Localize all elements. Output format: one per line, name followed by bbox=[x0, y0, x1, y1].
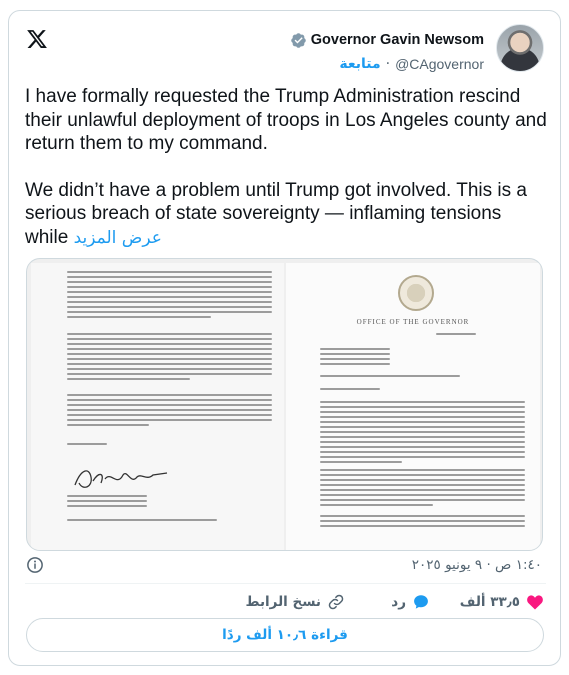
handle-row: متابعة · @CAgovernor bbox=[339, 55, 484, 73]
heart-icon bbox=[526, 593, 544, 611]
letter-closing bbox=[67, 443, 107, 448]
link-icon bbox=[327, 593, 345, 611]
show-more-link[interactable]: عرض المزيد bbox=[74, 228, 162, 248]
tweet-card: Governor Gavin Newsom متابعة · @CAgovern… bbox=[8, 10, 561, 666]
author-handle[interactable]: @CAgovernor bbox=[395, 56, 484, 72]
reply-button[interactable]: رد bbox=[391, 589, 430, 615]
read-replies-button[interactable]: قراءة ١٠٫٦ ألف ردًا bbox=[26, 618, 544, 652]
letter-signer-block bbox=[67, 495, 147, 510]
x-logo-icon[interactable] bbox=[26, 28, 48, 50]
separator-dot: · bbox=[385, 56, 391, 72]
reply-bubble-icon bbox=[412, 593, 430, 611]
tweet-text: I have formally requested the Trump Admi… bbox=[25, 85, 549, 250]
letter-paragraph bbox=[320, 469, 525, 509]
info-icon[interactable] bbox=[26, 556, 44, 574]
letter-page-right: OFFICE OF THE GOVERNOR bbox=[286, 263, 540, 550]
like-count: ٣٣٫٥ ألف bbox=[459, 594, 520, 610]
tweet-timestamp[interactable]: ١:٤٠ ص · ٩ يونيو ٢٠٢٥ bbox=[412, 557, 542, 575]
divider bbox=[25, 583, 546, 584]
action-bar: ٣٣٫٥ ألف رد نسخ الرابط bbox=[9, 589, 562, 615]
letterhead-title: OFFICE OF THE GOVERNOR bbox=[356, 318, 470, 326]
letter-date bbox=[436, 333, 476, 338]
letter-paragraph bbox=[320, 401, 525, 466]
copy-link-label: نسخ الرابط bbox=[245, 594, 321, 610]
like-button[interactable]: ٣٣٫٥ ألف bbox=[460, 589, 544, 615]
author-name-row[interactable]: Governor Gavin Newsom bbox=[290, 30, 484, 50]
letter-paragraph bbox=[67, 333, 272, 383]
letter-cc bbox=[67, 519, 217, 524]
letter-recipient bbox=[320, 348, 390, 368]
state-seal-image bbox=[398, 275, 434, 311]
author-name[interactable]: Governor Gavin Newsom bbox=[311, 32, 484, 48]
signature-image bbox=[71, 463, 181, 493]
letter-paragraph bbox=[67, 394, 272, 429]
reply-label: رد bbox=[391, 594, 406, 610]
tweet-paragraph-1: I have formally requested the Trump Admi… bbox=[25, 86, 547, 154]
tweet-media-image[interactable]: OFFICE OF THE GOVERNOR bbox=[26, 258, 543, 551]
follow-button[interactable]: متابعة bbox=[339, 56, 380, 72]
tweet-header: Governor Gavin Newsom متابعة · @CAgovern… bbox=[9, 11, 562, 81]
letter-subject bbox=[320, 375, 460, 380]
letter-page-left bbox=[31, 263, 284, 550]
letter-paragraph bbox=[320, 515, 525, 530]
letter-paragraph bbox=[67, 271, 272, 321]
letter-salutation bbox=[320, 388, 380, 393]
author-avatar[interactable] bbox=[496, 24, 544, 72]
copy-link-button[interactable]: نسخ الرابط bbox=[246, 589, 345, 615]
tweet-paragraph-2: We didn’t have a problem until Trump got… bbox=[25, 179, 549, 251]
verified-badge-icon bbox=[290, 32, 307, 49]
